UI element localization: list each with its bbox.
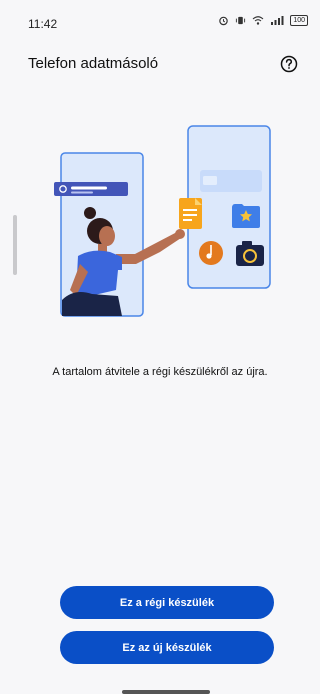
help-circle-icon[interactable] — [278, 53, 300, 75]
document-icon — [179, 198, 202, 229]
status-icons: 100 — [218, 15, 308, 26]
wifi-icon — [252, 16, 264, 25]
old-device-button[interactable]: Ez a régi készülék — [60, 586, 274, 619]
battery-icon: 100 — [290, 15, 308, 26]
app-bar: Telefon adatmásoló — [0, 52, 320, 76]
page-title: Telefon adatmásoló — [28, 55, 159, 72]
music-icon — [199, 241, 223, 265]
home-indicator[interactable] — [122, 690, 210, 694]
status-bar: 11:42 100 — [0, 0, 320, 40]
alarm-icon — [219, 16, 229, 26]
status-time: 11:42 — [28, 17, 58, 31]
new-device-button[interactable]: Ez az új készülék — [60, 631, 274, 664]
search-bar-illustration — [54, 182, 128, 196]
folder-star-icon — [232, 204, 260, 228]
signal-icon — [271, 16, 284, 25]
vibrate-icon — [236, 16, 246, 25]
description-text: A tartalom átvitele a régi készülékről a… — [52, 366, 268, 378]
transfer-illustration — [54, 125, 271, 317]
